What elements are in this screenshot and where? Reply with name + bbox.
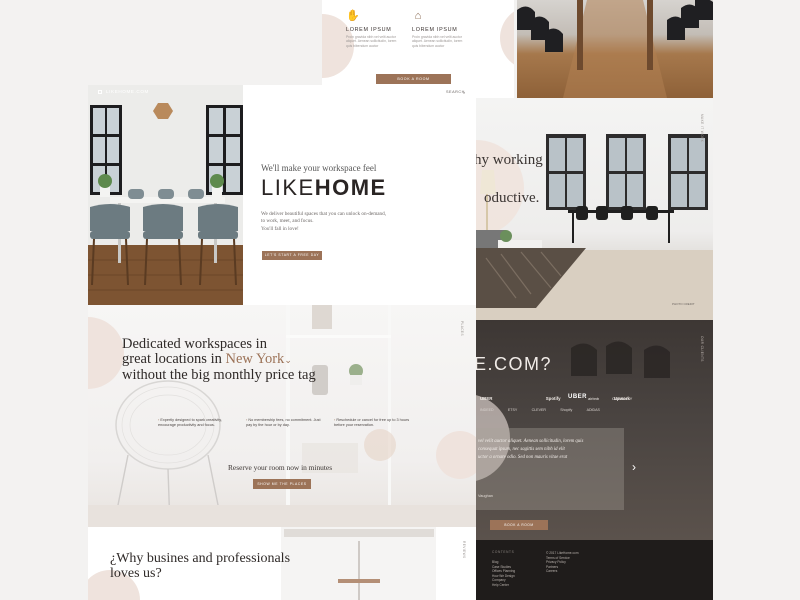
chevron-down-icon[interactable]: ⌄: [284, 355, 292, 365]
reserve-text: Reserve your room now in minutes: [228, 463, 333, 472]
clients-section: E.COM? OUR CLIENTS UBER Spotify Upwork U…: [476, 320, 713, 540]
quote-line: uctor a ornare odio. Sed non mauris vita…: [478, 455, 568, 460]
location-icon: ⌂: [414, 10, 422, 22]
hero-photo: [88, 85, 243, 305]
nav-logo[interactable]: LIKEHOME.COM: [106, 89, 149, 94]
book-room-button[interactable]: BOOK A ROOM: [490, 520, 548, 530]
heading-text: great locations in: [122, 351, 226, 367]
vertical-label: PLACES: [460, 321, 464, 336]
start-free-day-button[interactable]: LET'S START A FREE DAY: [262, 251, 322, 260]
heading-line: without the big monthly price tag: [122, 367, 316, 383]
footer-link[interactable]: Careers: [546, 569, 578, 574]
heading-line: Dedicated workspaces in: [122, 336, 267, 352]
hero-tagline: We'll make your workspace feel: [261, 163, 377, 173]
dark-office-illustration: [476, 341, 670, 510]
feature-title: LOREM IPSUM: [412, 27, 458, 33]
photo-credit: PHOTO CREDIT: [672, 302, 695, 306]
client-logo: UBER: [568, 394, 588, 400]
show-places-button[interactable]: SHOW ME THE PLACES: [253, 479, 311, 489]
hero-love-text: You'll fall in love!: [261, 226, 299, 232]
hero-description: We deliver beautiful spaces that you can…: [261, 211, 387, 224]
feature-item: › Expertly designed to spark creativity,…: [158, 418, 236, 428]
book-room-button[interactable]: BOOK A ROOM: [376, 74, 451, 84]
feature-card: ✋ LOREM IPSUM Proin gravida nibh vel vel…: [322, 0, 514, 98]
feature-text: No membership fees, no commitment. Just …: [246, 418, 321, 428]
dining-illustration: [517, 0, 713, 98]
vertical-label: OUR CLIENTS: [700, 336, 704, 362]
vertical-label: REVIEWS: [462, 541, 466, 559]
next-arrow-icon[interactable]: ›: [632, 460, 636, 474]
client-logo: Spotify: [545, 396, 561, 401]
feature-text: Proin gravida nibh vel velit auctor aliq…: [412, 35, 463, 48]
client-logo: UBER: [480, 396, 493, 401]
client-logos-row: UBER Spotify Upwork: [480, 396, 630, 401]
reviews-section: ¿Why busines and professionals loves us?…: [88, 527, 476, 600]
workspaces-heading: Dedicated workspaces in great locations …: [122, 337, 316, 383]
office-illustration: [476, 134, 713, 320]
footer-link[interactable]: Help Center: [492, 583, 515, 588]
client-logos-row: INDEED ETSY CLEVER Shopify ADIDAS: [480, 408, 600, 412]
feature-item: › No membership fees, no commitment. Jus…: [246, 418, 324, 428]
brand-part-like: LIKE: [261, 175, 315, 200]
search-link[interactable]: SEARCH: [446, 90, 465, 94]
client-logo: INDEED: [480, 408, 494, 412]
hand-coin-icon: ✋: [346, 10, 360, 22]
client-logo: airbnb: [588, 396, 600, 401]
footer: CONTENTS Blog Case Studies Offices Plann…: [476, 540, 713, 600]
dining-room-photo: [517, 0, 713, 98]
workspaces-section: Dedicated workspaces in great locations …: [88, 305, 476, 527]
top-nav: LIKEHOME.COM SEARCH ⌕: [88, 85, 476, 99]
section-heading: oductive.: [484, 190, 540, 206]
vertical-label: MAKE IT WORK: [700, 114, 704, 143]
city-selector[interactable]: New York: [225, 351, 284, 367]
client-logo: CLEANLY: [612, 396, 633, 401]
heading-line: ¿Why busines and professionals: [110, 551, 291, 566]
quote-line: vel velit auctor aliquet. Aenean sollici…: [478, 439, 584, 444]
hero-content: We'll make your workspace feel LIKEHOME …: [243, 85, 476, 305]
client-logo: Shopify: [560, 408, 573, 412]
client-logo: ETSY: [507, 408, 518, 412]
client-logo: ADIDAS: [586, 408, 600, 412]
footer-col-1: Blog Case Studies Offices Planning How W…: [492, 560, 515, 588]
footer-col-2: © 2017 LikeHome.com Terms of Service Pri…: [546, 551, 578, 574]
reviews-heading: ¿Why busines and professionals loves us?: [110, 551, 290, 581]
search-icon[interactable]: ⌕: [463, 90, 465, 95]
menu-icon[interactable]: [98, 90, 102, 94]
footer-copyright: © 2017 LikeHome.com: [546, 551, 579, 555]
footer-heading: CONTENTS: [492, 550, 515, 554]
feature-item: › Reschedule or cancel for free up to 3 …: [334, 418, 414, 428]
feature-text: Expertly designed to spark creativity, e…: [158, 418, 222, 428]
heading-line: great locations in New York⌄: [122, 352, 316, 368]
brand-part-home: HOME: [314, 175, 387, 200]
decor-circle: [500, 6, 514, 70]
feature-title: LOREM IPSUM: [346, 27, 392, 33]
feature-text: Proin gravida nibh vel velit auctor aliq…: [346, 35, 397, 48]
office-photo: hy working oductive. MAKE IT WORK PHOTO …: [476, 98, 713, 320]
brand-wordmark: LIKEHOME: [261, 175, 387, 201]
section-heading: E.COM?: [476, 354, 553, 374]
feature-text: Reschedule or cancel for free up to 3 ho…: [334, 418, 410, 428]
section-heading: hy working: [476, 152, 543, 168]
testimonial-author: Vaughan: [478, 494, 493, 498]
hero-illustration: [88, 85, 243, 305]
heading-line: loves us?: [110, 566, 162, 581]
client-logo: CLEVER: [531, 408, 546, 412]
quote-line: consequat ipsum, nec sagittis sem nibh i…: [478, 447, 565, 452]
testimonial-quote: vel velit auctor aliquet. Aenean sollici…: [478, 438, 606, 462]
